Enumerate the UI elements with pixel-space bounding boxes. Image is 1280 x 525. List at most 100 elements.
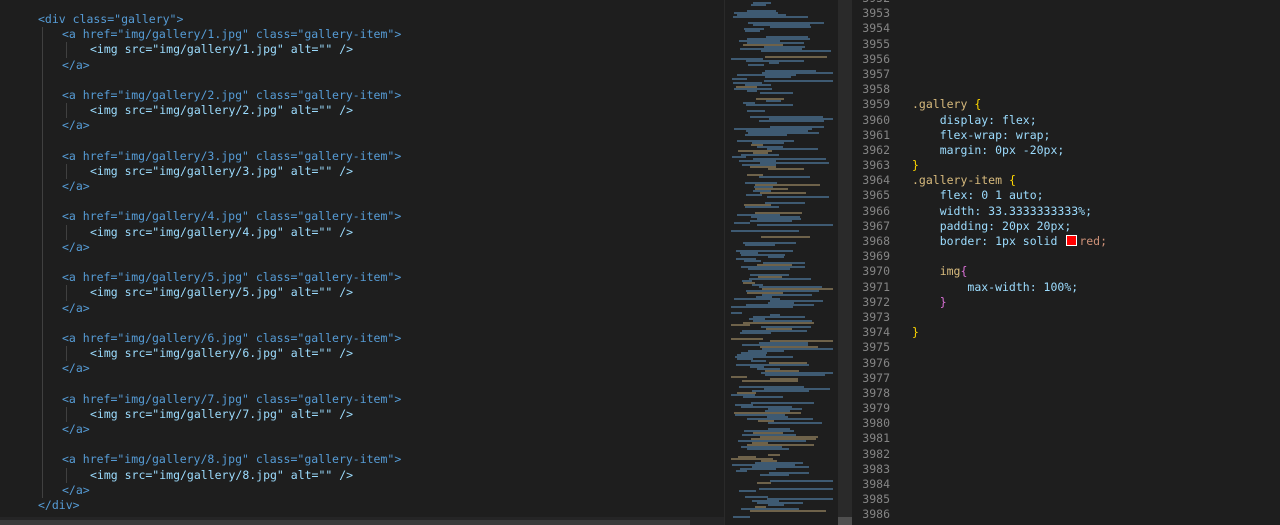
indent-guide (42, 209, 43, 225)
indent-guide (66, 163, 67, 180)
minimap-line (746, 104, 793, 106)
minimap[interactable] (724, 0, 841, 525)
css-declaration: width: 33.3333333333%; (912, 204, 1107, 219)
minimap-line (745, 244, 775, 246)
css-code-area[interactable]: .gallery { display: flex; flex-wrap: wra… (912, 0, 1107, 340)
indent-guide (42, 270, 43, 286)
html-gallery-close: </div> (38, 498, 401, 513)
html-img: <img src="img/gallery/7.jpg" alt="" /> (38, 406, 401, 423)
indent-guide (42, 437, 43, 453)
line-number: 3970 (862, 264, 890, 279)
indent-guide (42, 42, 43, 58)
line-number: 3961 (862, 127, 890, 142)
css-declaration-text: margin: 0px -20px; (939, 142, 1065, 157)
html-anchor-close: </a> (38, 482, 401, 498)
minimap-line (732, 78, 747, 80)
minimap-line (767, 196, 829, 198)
indent-guide (42, 57, 43, 73)
html-img: <img src="img/gallery/8.jpg" alt="" /> (38, 467, 401, 483)
html-code-area[interactable]: <div class="gallery"> <a href="img/galler… (38, 12, 401, 513)
css-border-color: red; (1079, 234, 1108, 248)
code-text: <a href="img/gallery/4.jpg" class="galle… (62, 209, 402, 224)
indent-guide (42, 179, 43, 195)
minimap-line (747, 448, 789, 450)
indent-guide (42, 330, 43, 347)
minimap-line (742, 380, 798, 382)
line-number: 3980 (862, 416, 890, 431)
html-editor-pane[interactable]: <div class="gallery"> <a href="img/galler… (0, 0, 724, 525)
indent-guide (42, 224, 43, 240)
html-anchor-close: </a> (38, 179, 401, 195)
minimap-line (767, 148, 818, 150)
css-declaration-text: border: 1px solid (939, 234, 1065, 248)
horizontal-scrollbar[interactable] (0, 517, 724, 525)
html-anchor-close: </a> (38, 422, 401, 438)
code-text: </a> (62, 57, 90, 72)
css-declaration-text: display: flex; (939, 112, 1037, 127)
code-text: </a> (62, 422, 90, 437)
line-number: 3985 (862, 492, 890, 507)
css-declaration: flex-wrap: wrap; (912, 128, 1107, 143)
indent-guide (42, 467, 43, 483)
html-img: <img src="img/gallery/1.jpg" alt="" /> (38, 42, 401, 58)
code-text: <img src="img/gallery/3.jpg" alt="" /> (90, 163, 354, 178)
line-number: 3974 (862, 325, 890, 340)
minimap-line (741, 154, 779, 156)
minimap-line (733, 516, 750, 518)
line-number: 3977 (862, 370, 890, 385)
line-number: 3968 (862, 234, 890, 248)
minimap-line (768, 422, 822, 424)
minimap-line (761, 50, 831, 52)
minimap-line (768, 168, 804, 170)
indent-guide (42, 346, 43, 362)
minimap-line (739, 490, 756, 492)
css-nested-img: img{ (912, 264, 1107, 279)
html-gallery-open: <div class="gallery"> (38, 12, 401, 27)
vertical-scroll-thumb[interactable] (838, 517, 852, 525)
indent-guide (66, 406, 67, 423)
blank-line (38, 194, 401, 210)
minimap-line (759, 488, 833, 490)
open-brace: { (960, 264, 968, 279)
css-declaration-text: flex-wrap: wrap; (939, 127, 1051, 142)
blank-line (38, 255, 401, 271)
code-text: </a> (62, 179, 90, 194)
css-editor-pane[interactable]: 3952395339543955395639573958395939603961… (852, 0, 1280, 525)
line-number: 3983 (862, 461, 890, 476)
css-declaration: border: 1px solid red; (912, 234, 1107, 249)
vertical-scrollbar[interactable] (838, 0, 852, 525)
minimap-line (744, 260, 761, 262)
minimap-line (751, 4, 766, 6)
color-swatch-icon[interactable] (1066, 235, 1078, 246)
minimap-line (736, 470, 747, 472)
css-declaration: margin: 0px -20px; (912, 143, 1107, 158)
html-anchor-open: <a href="img/gallery/6.jpg" class="galle… (38, 330, 401, 347)
css-selector: .gallery-item (912, 173, 1003, 188)
minimap-line (745, 30, 760, 32)
line-number: 3972 (862, 294, 890, 309)
minimap-line (731, 312, 742, 314)
line-number: 3984 (862, 477, 890, 491)
minimap-line (747, 110, 765, 112)
open-brace: { (1008, 173, 1016, 188)
indent-guide (42, 163, 43, 180)
horizontal-scroll-thumb[interactable] (0, 520, 690, 525)
html-anchor-open: <a href="img/gallery/3.jpg" class="galle… (38, 148, 401, 164)
html-anchor-close: </a> (38, 300, 401, 316)
code-text: <a href="img/gallery/1.jpg" class="galle… (62, 27, 402, 42)
css-declaration-text: padding: 20px 20px; (939, 218, 1072, 233)
minimap-line (740, 332, 771, 334)
indent-guide (42, 27, 43, 43)
css-close: } (912, 295, 1107, 310)
minimap-line (748, 268, 790, 270)
line-number: 3964 (862, 173, 890, 188)
line-number: 3971 (862, 279, 890, 294)
css-rule-gallery: .gallery { (912, 97, 1107, 112)
indent-guide (42, 194, 43, 210)
indent-guide (42, 391, 43, 407)
html-anchor-open: <a href="img/gallery/8.jpg" class="galle… (38, 452, 401, 468)
minimap-line (749, 278, 811, 280)
